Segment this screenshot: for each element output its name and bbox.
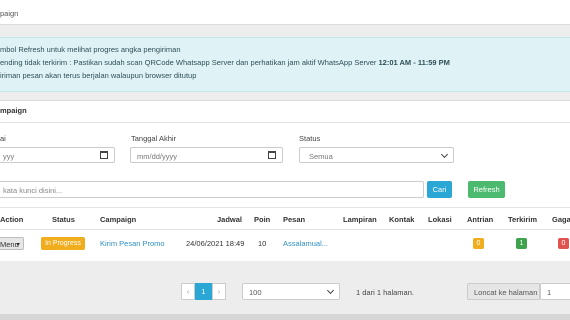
- chevron-down-icon: [326, 286, 335, 295]
- info-line-2: ending tidak terkirim : Pastikan sudah s…: [0, 58, 450, 67]
- start-date-label: ai: [0, 134, 6, 143]
- gagal-badge: 0: [558, 238, 569, 249]
- row-pesan[interactable]: Assalamual...: [283, 239, 328, 248]
- info-line-3: iriman pesan akan terus berjalan walaupu…: [0, 71, 197, 80]
- search-button[interactable]: Cari: [427, 181, 452, 198]
- col-action: Action: [0, 215, 24, 224]
- status-badge: In Progress: [41, 237, 85, 250]
- info-alert: mbol Refresh untuk melihat progres angka…: [0, 37, 570, 92]
- card-divider: [0, 122, 570, 123]
- col-gagal: Gaga: [552, 215, 570, 224]
- chevron-down-icon: [440, 150, 449, 159]
- page-size-value: 100: [249, 288, 262, 297]
- end-date-value: mm/dd/yyyy: [137, 152, 178, 161]
- card-title: mpaign: [0, 106, 27, 115]
- antrian-badge: 0: [473, 238, 484, 249]
- refresh-button[interactable]: Refresh: [468, 181, 505, 198]
- calendar-icon[interactable]: [268, 151, 276, 159]
- next-page-button[interactable]: ›: [212, 283, 226, 300]
- goto-label: Loncat ke halaman: [474, 288, 538, 297]
- row-menu-button[interactable]: Menu: [0, 237, 24, 250]
- col-pesan: Pesan: [283, 215, 306, 224]
- end-date-input[interactable]: mm/dd/yyyy: [130, 147, 283, 163]
- col-jadwal: Jadwal: [217, 215, 243, 224]
- status-select[interactable]: Semua: [299, 147, 454, 163]
- col-antrian: Antrian: [467, 215, 494, 224]
- row-jadwal: 24/06/2021 18:49: [186, 239, 245, 248]
- table-top-border: [0, 207, 570, 208]
- goto-label-addon: Loncat ke halaman: [467, 283, 540, 300]
- search-input[interactable]: kata kunci disini...: [0, 181, 424, 198]
- breadcrumb: paign: [0, 9, 19, 18]
- terkirim-badge: 1: [516, 238, 527, 249]
- col-poin: Poin: [254, 215, 271, 224]
- page-bottom-edge: [0, 314, 570, 320]
- campaign-link[interactable]: Kirim Pesan Promo: [100, 239, 165, 248]
- caret-down-icon: [16, 243, 20, 246]
- pagination-bar: ‹ 1 › 100 1 dari 1 halaman. Loncat ke ha…: [0, 270, 570, 314]
- goto-page-value: 1: [547, 288, 552, 297]
- active-hours: 12:01 AM - 11:59 PM: [378, 58, 450, 67]
- col-kontak: Kontak: [389, 215, 415, 224]
- start-date-input[interactable]: yyy: [0, 147, 115, 163]
- prev-page-button[interactable]: ‹: [181, 283, 195, 300]
- goto-page-input[interactable]: 1: [540, 283, 570, 300]
- table-row: Menu In Progress Kirim Pesan Promo 24/06…: [0, 230, 570, 256]
- col-campaign: Campaign: [100, 215, 137, 224]
- search-placeholder: kata kunci disini...: [3, 186, 63, 195]
- info-line-2-text: ending tidak terkirim : Pastikan sudah s…: [0, 58, 379, 67]
- end-date-label: Tanggal Akhir: [131, 134, 177, 143]
- status-label: Status: [299, 134, 321, 143]
- page-size-select[interactable]: 100: [242, 283, 340, 300]
- col-lampiran: Lampiran: [343, 215, 377, 224]
- info-line-1: mbol Refresh untuk melihat progres angka…: [0, 45, 181, 54]
- col-terkirim: Terkirim: [508, 215, 538, 224]
- calendar-icon[interactable]: [100, 151, 108, 159]
- status-select-value: Semua: [309, 152, 333, 161]
- page-1-button[interactable]: 1: [195, 283, 212, 300]
- row-poin: 10: [258, 239, 267, 248]
- page-info: 1 dari 1 halaman.: [356, 288, 414, 297]
- top-bar: paign: [0, 0, 570, 25]
- start-date-value: yyy: [3, 152, 15, 161]
- col-status: Status: [52, 215, 75, 224]
- col-lokasi: Lokasi: [428, 215, 452, 224]
